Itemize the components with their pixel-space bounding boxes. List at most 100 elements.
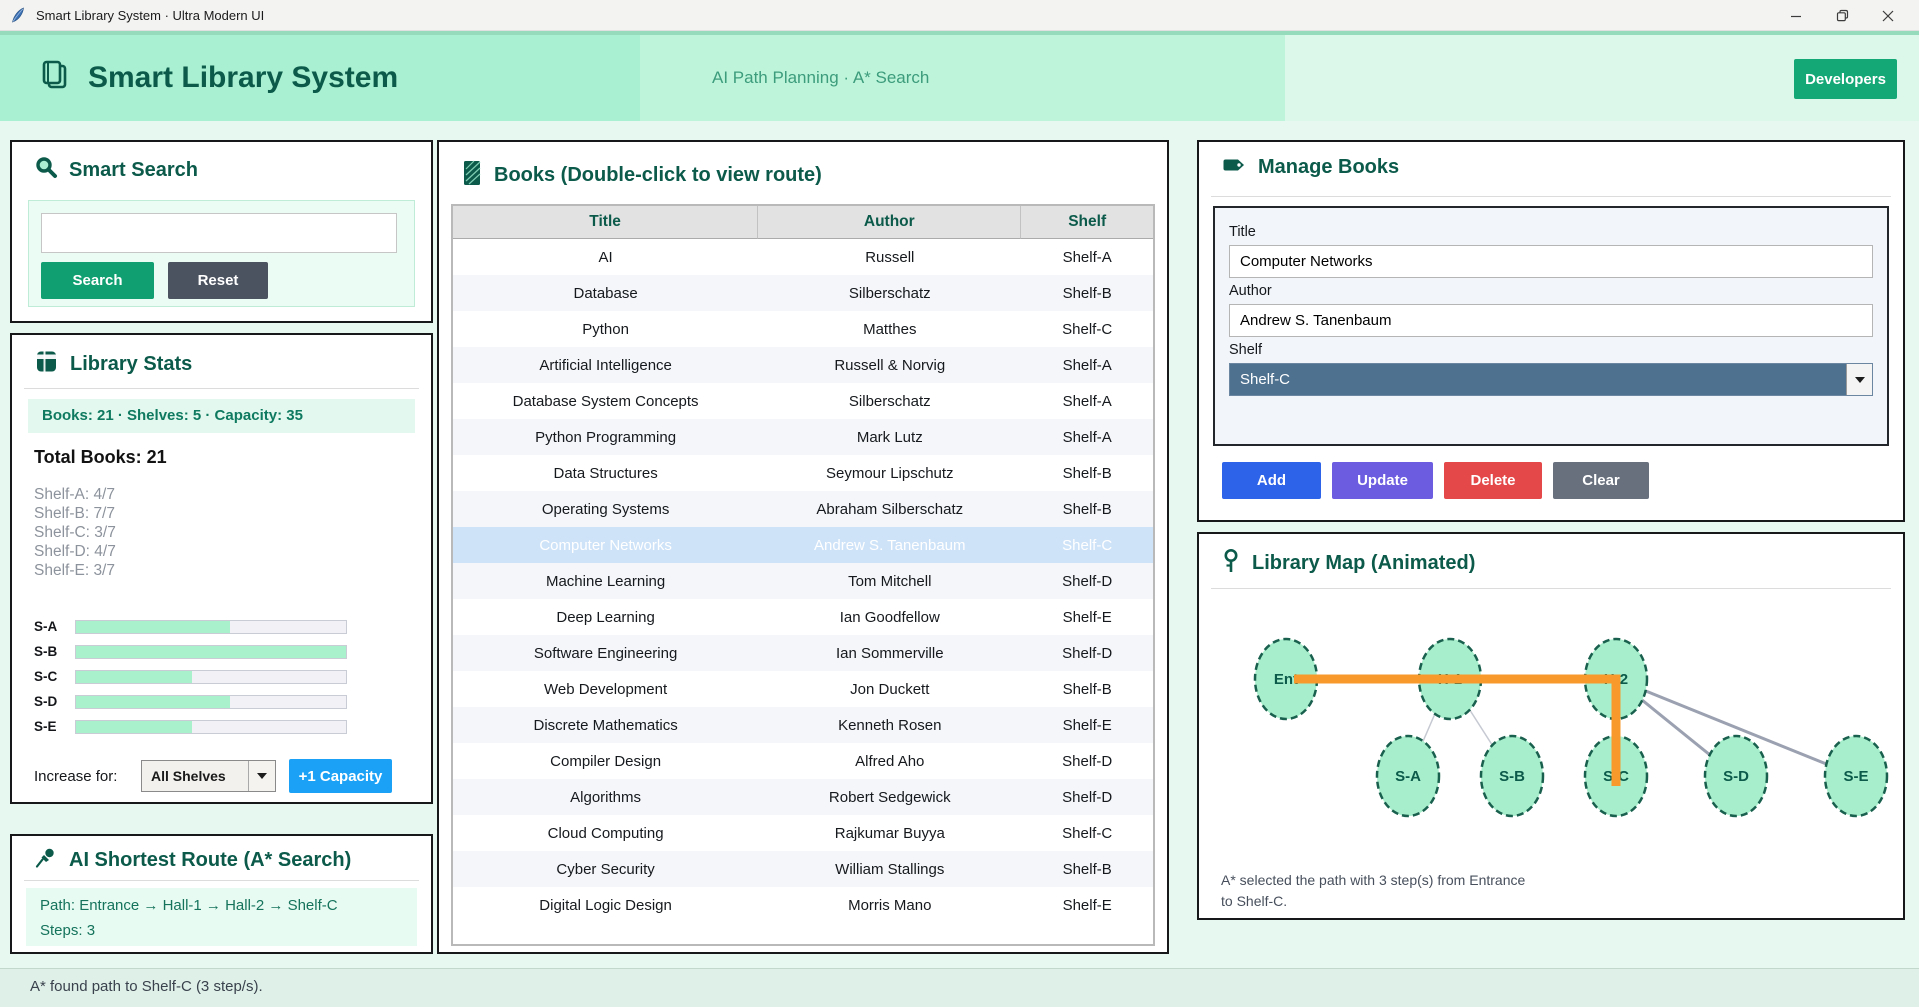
book-icon	[34, 349, 59, 379]
shelf-line: Shelf-C: 3/7	[34, 523, 116, 542]
table-cell: Shelf-E	[1021, 887, 1153, 923]
table-cell: Shelf-D	[1021, 779, 1153, 815]
column-header-shelf[interactable]: Shelf	[1021, 206, 1153, 239]
table-cell: Shelf-B	[1021, 275, 1153, 311]
table-cell: Web Development	[453, 671, 758, 707]
bar-label: S-C	[34, 669, 75, 684]
chevron-down-icon[interactable]	[248, 761, 275, 791]
status-text: A* found path to Shelf-C (3 step/s).	[30, 978, 263, 995]
delete-button[interactable]: Delete	[1444, 462, 1542, 499]
update-button[interactable]: Update	[1332, 462, 1433, 499]
table-cell: Robert Sedgewick	[758, 779, 1021, 815]
table-row[interactable]: Digital Logic DesignMorris ManoShelf-E	[453, 887, 1153, 923]
shelf-progressbar	[75, 645, 347, 659]
table-cell: Python Programming	[453, 419, 758, 455]
table-cell: Shelf-B	[1021, 851, 1153, 887]
table-cell: Shelf-C	[1021, 815, 1153, 851]
book-spine-icon	[461, 160, 483, 191]
shelf-line: Shelf-E: 3/7	[34, 561, 116, 580]
table-row[interactable]: Software EngineeringIan SommervilleShelf…	[453, 635, 1153, 671]
table-cell: Shelf-A	[1021, 383, 1153, 419]
table-cell: Shelf-B	[1021, 491, 1153, 527]
table-cell: Andrew S. Tanenbaum	[758, 527, 1021, 563]
maximize-button[interactable]	[1819, 0, 1865, 31]
close-button[interactable]	[1865, 0, 1911, 31]
map-caption-line2: to Shelf-C.	[1221, 891, 1525, 912]
table-row[interactable]: AIRussellShelf-A	[453, 239, 1153, 275]
minimize-button[interactable]	[1773, 0, 1819, 31]
smart-search-card: Smart Search Search Reset	[10, 140, 433, 323]
svg-text:S-E: S-E	[1843, 768, 1868, 785]
shelf-combobox[interactable]: Shelf-C	[1229, 363, 1873, 396]
status-bar: A* found path to Shelf-C (3 step/s).	[0, 968, 1919, 1007]
stats-summary: Books: 21 · Shelves: 5 · Capacity: 35	[28, 399, 415, 433]
table-cell: Matthes	[758, 311, 1021, 347]
table-row[interactable]: AlgorithmsRobert SedgewickShelf-D	[453, 779, 1153, 815]
reset-button[interactable]: Reset	[168, 262, 268, 299]
author-field[interactable]	[1229, 304, 1873, 337]
shelf-progressbar	[75, 720, 347, 734]
divider	[24, 880, 419, 881]
shelf-progressbar	[75, 670, 347, 684]
manage-buttons: Add Update Delete Clear	[1222, 462, 1649, 499]
total-books: Total Books: 21	[34, 447, 167, 468]
column-header-title[interactable]: Title	[453, 206, 758, 239]
bar-label: S-A	[34, 619, 75, 634]
table-row[interactable]: PythonMatthesShelf-C	[453, 311, 1153, 347]
add-button[interactable]: Add	[1222, 462, 1321, 499]
table-cell: Shelf-C	[1021, 527, 1153, 563]
table-row[interactable]: Artificial IntelligenceRussell & NorvigS…	[453, 347, 1153, 383]
clear-button[interactable]: Clear	[1553, 462, 1649, 499]
manage-panel-title: Manage Books	[1258, 156, 1399, 179]
column-header-author[interactable]: Author	[758, 206, 1021, 239]
shortest-route-card: AI Shortest Route (A* Search) Path: Entr…	[10, 834, 433, 954]
table-row[interactable]: Computer NetworksAndrew S. TanenbaumShel…	[453, 527, 1153, 563]
table-row[interactable]: Python ProgrammingMark LutzShelf-A	[453, 419, 1153, 455]
route-result-box: Path: Entrance → Hall-1 → Hall-2 → Shelf…	[26, 888, 417, 946]
title-field[interactable]	[1229, 245, 1873, 278]
table-row[interactable]: Operating SystemsAbraham SilberschatzShe…	[453, 491, 1153, 527]
table-row[interactable]: Web DevelopmentJon DuckettShelf-B	[453, 671, 1153, 707]
table-row[interactable]: DatabaseSilberschatzShelf-B	[453, 275, 1153, 311]
table-cell: Shelf-C	[1021, 311, 1153, 347]
search-button[interactable]: Search	[41, 262, 154, 299]
add-capacity-button[interactable]: +1 Capacity	[289, 759, 392, 793]
table-row[interactable]: Deep LearningIan GoodfellowShelf-E	[453, 599, 1153, 635]
table-cell: Shelf-D	[1021, 743, 1153, 779]
table-cell: Jon Duckett	[758, 671, 1021, 707]
header-subtitle: AI Path Planning · A* Search	[712, 35, 929, 121]
developers-button[interactable]: Developers	[1794, 59, 1897, 99]
table-row[interactable]: Machine LearningTom MitchellShelf-D	[453, 563, 1153, 599]
shelf-progressbar	[75, 620, 347, 634]
table-row[interactable]: Database System ConceptsSilberschatzShel…	[453, 383, 1153, 419]
table-cell: Data Structures	[453, 455, 758, 491]
chevron-down-icon[interactable]	[1846, 364, 1872, 395]
table-cell: Shelf-E	[1021, 599, 1153, 635]
table-cell: Algorithms	[453, 779, 758, 815]
table-row[interactable]: Data StructuresSeymour LipschutzShelf-B	[453, 455, 1153, 491]
search-input[interactable]	[41, 213, 397, 253]
title-field-label: Title	[1229, 224, 1873, 240]
table-cell: Discrete Mathematics	[453, 707, 758, 743]
table-cell: Deep Learning	[453, 599, 758, 635]
bar-label: S-E	[34, 719, 75, 734]
table-cell: Shelf-B	[1021, 671, 1153, 707]
shelf-selector-combobox[interactable]: All Shelves	[141, 760, 276, 792]
books-table-body: AIRussellShelf-ADatabaseSilberschatzShel…	[453, 239, 1153, 923]
svg-text:S-B: S-B	[1499, 768, 1525, 785]
table-row[interactable]: Discrete MathematicsKenneth RosenShelf-E	[453, 707, 1153, 743]
table-row[interactable]: Compiler DesignAlfred AhoShelf-D	[453, 743, 1153, 779]
table-row[interactable]: Cloud ComputingRajkumar BuyyaShelf-C	[453, 815, 1153, 851]
tk-feather-icon	[10, 7, 26, 23]
map-caption-line1: A* selected the path with 3 step(s) from…	[1221, 870, 1525, 891]
tag-icon	[1221, 156, 1247, 179]
table-cell: Mark Lutz	[758, 419, 1021, 455]
table-cell: AI	[453, 239, 758, 275]
table-cell: Database System Concepts	[453, 383, 758, 419]
app-window: Smart Library System · Ultra Modern UI	[0, 0, 1919, 1007]
table-cell: Software Engineering	[453, 635, 758, 671]
manage-form: Title Author Shelf Shelf-C	[1213, 206, 1889, 446]
shelf-combobox-value: Shelf-C	[1230, 364, 1846, 395]
table-cell: Digital Logic Design	[453, 887, 758, 923]
table-row[interactable]: Cyber SecurityWilliam StallingsShelf-B	[453, 851, 1153, 887]
